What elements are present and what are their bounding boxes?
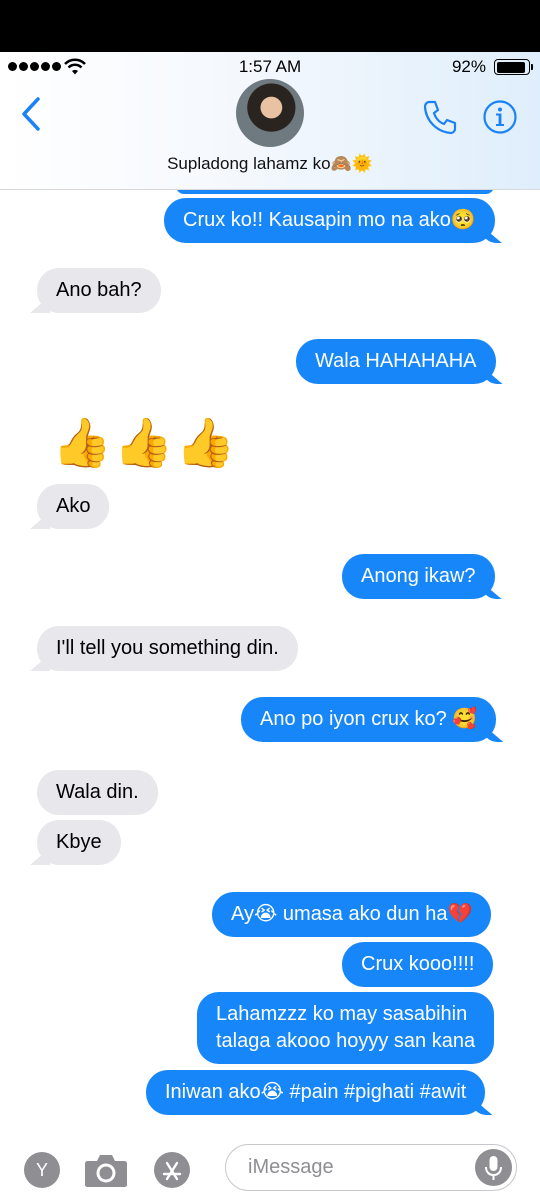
message-bubble-received[interactable]: Kbye xyxy=(37,820,121,865)
message-bubble-sent[interactable]: Ano po iyon crux ko? 🥰 xyxy=(241,697,497,742)
emoji-message[interactable]: 👍👍👍 xyxy=(52,414,237,474)
message-thread[interactable]: Crux ko!! Kausapin mo na ako🥺 Ano bah? W… xyxy=(0,190,540,1138)
status-bar: 1:57 AM 92% xyxy=(0,52,540,82)
message-bubble-sent[interactable]: Wala HAHAHAHA xyxy=(296,339,496,384)
message-bubble-sent[interactable] xyxy=(176,190,494,194)
app-store-button[interactable] xyxy=(154,1152,190,1188)
camera-icon[interactable] xyxy=(84,1152,128,1188)
message-bubble-received[interactable]: Ano bah? xyxy=(37,268,161,313)
message-bubble-sent[interactable]: Ay😭 umasa ako dun ha💔 xyxy=(212,892,492,937)
message-bubble-received[interactable]: Wala din. xyxy=(37,770,158,815)
app-store-icon xyxy=(162,1161,182,1181)
message-bubble-sent[interactable]: Crux ko!! Kausapin mo na ako🥺 xyxy=(164,198,495,243)
battery-icon xyxy=(494,59,533,75)
info-icon[interactable] xyxy=(482,99,518,135)
message-bubble-sent[interactable]: Lahamzzz ko may sasabihin talaga akooo h… xyxy=(197,992,495,1064)
microphone-icon[interactable] xyxy=(475,1149,512,1186)
message-input-field[interactable] xyxy=(225,1144,517,1191)
message-bubble-received[interactable]: I'll tell you something din. xyxy=(37,626,298,671)
message-bubble-received[interactable]: Ako xyxy=(37,484,110,529)
phone-icon[interactable] xyxy=(421,98,459,136)
app-drawer-button[interactable]: Y xyxy=(24,1152,60,1188)
top-black-bar xyxy=(0,0,540,52)
composer-bar: Y xyxy=(0,1138,540,1200)
chevron-left-icon[interactable] xyxy=(18,96,44,132)
conversation-header: 1:57 AM 92% Supladong lahamz ko🙈🌞 xyxy=(0,52,540,190)
message-bubble-sent[interactable]: Iniwan ako😭 #pain #pighati #awit xyxy=(146,1070,486,1115)
contact-name[interactable]: Supladong lahamz ko🙈🌞 xyxy=(0,154,540,174)
message-bubble-sent[interactable]: Crux kooo!!!! xyxy=(342,942,494,987)
contact-avatar[interactable] xyxy=(236,79,304,147)
message-input[interactable] xyxy=(248,1156,468,1179)
message-bubble-sent[interactable]: Anong ikaw? xyxy=(342,554,495,599)
battery-percentage: 92% xyxy=(451,57,486,76)
